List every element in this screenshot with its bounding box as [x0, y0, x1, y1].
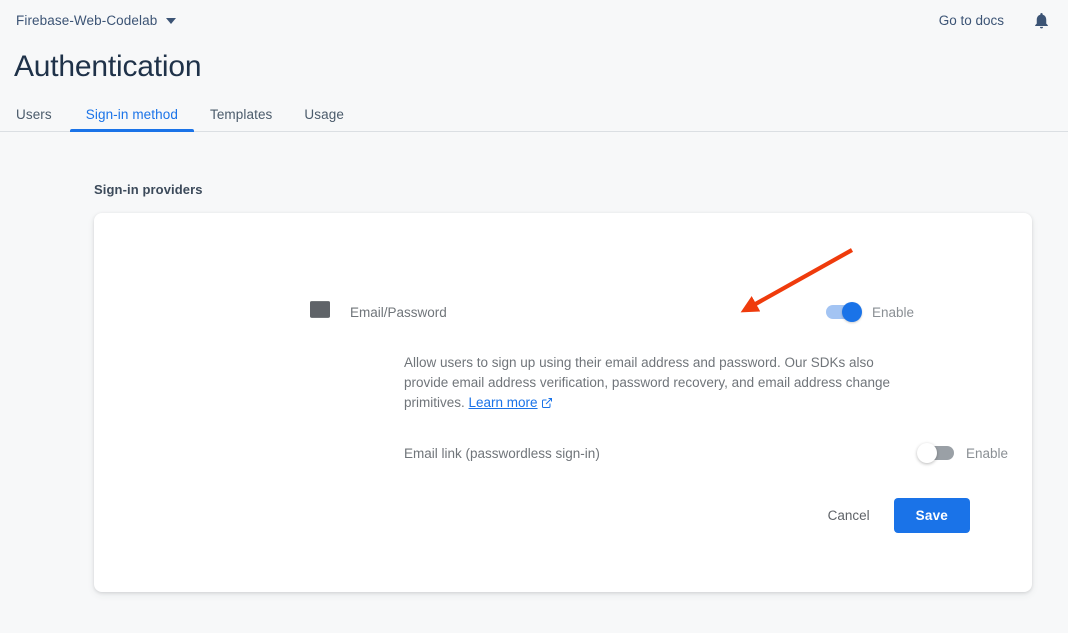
top-bar: Firebase-Web-Codelab Go to docs	[0, 0, 1068, 40]
project-name: Firebase-Web-Codelab	[16, 13, 157, 28]
sign-in-providers-card: Email/Password Enable Allow users to sig…	[94, 213, 1032, 592]
chevron-down-icon	[166, 18, 176, 24]
email-link-enable-label: Enable	[966, 446, 1008, 461]
toggle-thumb	[917, 443, 937, 463]
notification-bell-icon[interactable]	[1028, 7, 1054, 33]
learn-more-link[interactable]: Learn more	[469, 395, 538, 410]
save-button[interactable]: Save	[894, 498, 970, 533]
page-title: Authentication	[14, 46, 1068, 88]
email-link-enable-toggle[interactable]	[920, 446, 954, 460]
section-title: Sign-in providers	[94, 182, 1068, 197]
go-to-docs-link[interactable]: Go to docs	[939, 13, 1004, 28]
email-link-toggle-group: Enable	[920, 446, 1008, 461]
email-password-enable-label: Enable	[872, 305, 914, 320]
toggle-thumb	[842, 302, 862, 322]
tab-users[interactable]: Users	[14, 107, 70, 131]
main-content: Sign-in providers Email/Password Enable	[0, 182, 1068, 197]
external-link-icon[interactable]	[541, 395, 553, 415]
tab-templates[interactable]: Templates	[194, 107, 288, 131]
cancel-button[interactable]: Cancel	[814, 499, 884, 532]
tab-sign-in-method[interactable]: Sign-in method	[70, 107, 194, 131]
tab-bar: Users Sign-in method Templates Usage	[0, 98, 1068, 132]
provider-row-email-password: Email/Password Enable	[310, 301, 970, 323]
project-switcher[interactable]: Firebase-Web-Codelab	[14, 10, 178, 31]
tab-usage[interactable]: Usage	[288, 107, 360, 131]
card-actions: Cancel Save	[814, 498, 970, 533]
email-password-toggle-group: Enable	[826, 305, 914, 320]
email-envelope-icon	[310, 301, 330, 323]
provider-row-email-link: Email link (passwordless sign-in) Enable	[404, 441, 970, 465]
email-password-enable-toggle[interactable]	[826, 305, 860, 319]
provider-label-group: Email/Password	[310, 301, 447, 323]
provider-description: Allow users to sign up using their email…	[404, 353, 914, 415]
provider-name-email-password: Email/Password	[350, 305, 447, 320]
top-bar-right: Go to docs	[939, 7, 1054, 33]
provider-name-email-link: Email link (passwordless sign-in)	[404, 446, 600, 461]
